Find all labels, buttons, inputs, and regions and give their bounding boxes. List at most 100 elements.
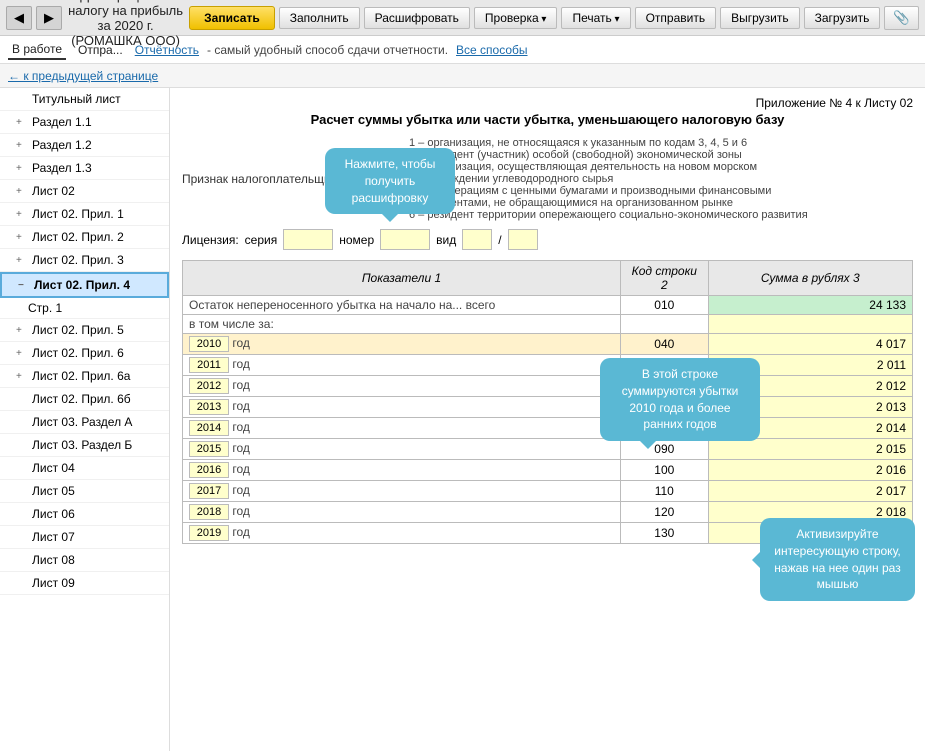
priznak-info-line-4: 6 – резидент территории опережающего соц…: [409, 209, 809, 221]
attachment-button[interactable]: 📎: [884, 6, 919, 30]
expand-icon-list-02-pril-6a[interactable]: +: [16, 371, 26, 382]
table-row[interactable]: 2010 год0404 017: [183, 334, 913, 355]
sidebar-label-list-03-razdel-b: Лист 03. Раздел Б: [32, 438, 132, 452]
sidebar-item-list-04[interactable]: Лист 04: [0, 457, 169, 480]
cell-value-2[interactable]: 4 017: [708, 334, 912, 355]
expand-icon-list-02-pril-2[interactable]: +: [16, 232, 26, 243]
rasshifrovat-button[interactable]: Расшифровать: [364, 7, 470, 29]
table-row[interactable]: 2014 год0802 014: [183, 418, 913, 439]
pechat-button[interactable]: Печать: [561, 7, 630, 29]
year-btn-6[interactable]: 2014: [189, 420, 229, 436]
table-row[interactable]: 2012 год0602 012: [183, 376, 913, 397]
year-btn-11[interactable]: 2019: [189, 525, 229, 541]
expand-icon-razdel-1-2[interactable]: +: [16, 140, 26, 151]
sidebar-item-razdel-1-3[interactable]: + Раздел 1.3: [0, 157, 169, 180]
sidebar-label-list-03-razdel-a: Лист 03. Раздел А: [32, 415, 132, 429]
priznak-info-line-0: 1 – организация, не относящаяся к указан…: [409, 137, 809, 149]
sidebar-item-list-02-pril-4[interactable]: −Лист 02. Прил. 4: [0, 272, 169, 298]
sidebar-item-list-02-pril-5[interactable]: +Лист 02. Прил. 5: [0, 319, 169, 342]
year-btn-5[interactable]: 2013: [189, 399, 229, 415]
sidebar-item-list-08[interactable]: Лист 08: [0, 549, 169, 572]
cell-label-5: 2013 год: [183, 397, 621, 418]
licenziya-label: Лицензия:: [182, 233, 239, 247]
vse-sposoby-link[interactable]: Все способы: [456, 43, 528, 57]
license-row: Лицензия: серия номер вид /: [182, 229, 913, 250]
nomer-input[interactable]: [380, 229, 430, 250]
data-table: Показатели 1Код строки 2Сумма в рублях 3…: [182, 260, 913, 544]
sidebar-item-list-02-pril-6b[interactable]: Лист 02. Прил. 6б: [0, 388, 169, 411]
expand-icon-list-02-pril-1[interactable]: +: [16, 209, 26, 220]
year-btn-9[interactable]: 2017: [189, 483, 229, 499]
cell-code-1: [621, 315, 709, 334]
priznak-row: Признак налогоплательщика (код) 1 1 – ор…: [182, 137, 913, 221]
expand-icon-list-02-pril-5[interactable]: +: [16, 325, 26, 336]
table-row[interactable]: 2015 год0902 015: [183, 439, 913, 460]
zagruzit-button[interactable]: Загрузить: [804, 7, 881, 29]
sidebar-item-list-02-pril-3[interactable]: +Лист 02. Прил. 3: [0, 249, 169, 272]
cell-code-2: 040: [621, 334, 709, 355]
sidebar-item-list-02-pril-6[interactable]: +Лист 02. Прил. 6: [0, 342, 169, 365]
nav-back-button[interactable]: ◀: [6, 6, 32, 30]
sidebar-item-list-02-pril-2[interactable]: + Лист 02. Прил. 2: [0, 226, 169, 249]
table-row[interactable]: Остаток непереносенного убытка на начало…: [183, 296, 913, 315]
breadcrumb-link[interactable]: ← к предыдущей странице: [8, 69, 158, 83]
seriya-input[interactable]: [283, 229, 333, 250]
otchetnost-link[interactable]: Отчётность: [135, 43, 199, 57]
sidebar-item-razdel-1-1[interactable]: +Раздел 1.1: [0, 111, 169, 134]
expand-icon-list-02-pril-6[interactable]: +: [16, 348, 26, 359]
nav-fwd-button[interactable]: ▶: [36, 6, 62, 30]
table-row[interactable]: 2016 год1002 016: [183, 460, 913, 481]
expand-icon-razdel-1-1[interactable]: +: [16, 117, 26, 128]
main-area: Титульный лист+Раздел 1.1+Раздел 1.2+Раз…: [0, 88, 925, 751]
sidebar-item-list-06[interactable]: Лист 06: [0, 503, 169, 526]
priznak-info-line-1: 3 – резидент (участник) особой (свободно…: [409, 149, 809, 161]
sidebar-item-list-02[interactable]: +Лист 02: [0, 180, 169, 203]
table-row[interactable]: 2011 год0502 011: [183, 355, 913, 376]
vid-input2[interactable]: [508, 229, 538, 250]
cell-label-7: 2015 год: [183, 439, 621, 460]
tab-otpravit[interactable]: Отпра...: [74, 41, 127, 59]
table-row[interactable]: 2013 год0702 013: [183, 397, 913, 418]
zapisat-button[interactable]: Записать: [189, 6, 275, 30]
sidebar-item-list-02-pril-1[interactable]: +Лист 02. Прил. 1: [0, 203, 169, 226]
year-btn-4[interactable]: 2012: [189, 378, 229, 394]
table-row[interactable]: в том числе за:: [183, 315, 913, 334]
sidebar-item-str-1[interactable]: Стр. 1: [0, 298, 169, 319]
vygruzit-button[interactable]: Выгрузить: [720, 7, 800, 29]
sidebar-item-list-03-razdel-b[interactable]: Лист 03. Раздел Б: [0, 434, 169, 457]
priznak-info-line-3: 5 – по операциям с ценными бумагами и пр…: [409, 185, 809, 209]
expand-icon-razdel-1-3[interactable]: +: [16, 163, 26, 174]
tooltip-rasshifrovka: Нажмите, чтобы получить расшифровку: [325, 148, 455, 214]
sidebar-label-list-02-pril-2: Лист 02. Прил. 2: [32, 230, 124, 244]
year-btn-8[interactable]: 2016: [189, 462, 229, 478]
cell-label-4: 2012 год: [183, 376, 621, 397]
sidebar-item-list-02-pril-6a[interactable]: +Лист 02. Прил. 6а: [0, 365, 169, 388]
year-btn-7[interactable]: 2015: [189, 441, 229, 457]
year-btn-3[interactable]: 2011: [189, 357, 229, 373]
expand-icon-list-02-pril-4[interactable]: −: [18, 280, 28, 291]
cell-value-9[interactable]: 2 017: [708, 481, 912, 502]
year-btn-2[interactable]: 2010: [189, 336, 229, 352]
expand-icon-list-02[interactable]: +: [16, 186, 26, 197]
sidebar-item-list-09[interactable]: Лист 09: [0, 572, 169, 595]
cell-value-0[interactable]: 24 133: [708, 296, 912, 315]
vid-input[interactable]: [462, 229, 492, 250]
cell-value-8[interactable]: 2 016: [708, 460, 912, 481]
cell-value-1[interactable]: [708, 315, 912, 334]
cell-value-7[interactable]: 2 015: [708, 439, 912, 460]
tab-v-rabote[interactable]: В работе: [8, 40, 66, 60]
sidebar-label-razdel-1-3: Раздел 1.3: [32, 161, 92, 175]
sidebar-item-list-03-razdel-a[interactable]: Лист 03. Раздел А: [0, 411, 169, 434]
sidebar-item-titulnyy-list[interactable]: Титульный лист: [0, 88, 169, 111]
sidebar-item-list-07[interactable]: Лист 07: [0, 526, 169, 549]
sidebar-item-list-05[interactable]: Лист 05: [0, 480, 169, 503]
proverka-button[interactable]: Проверка: [474, 7, 558, 29]
table-row[interactable]: 2017 год1102 017: [183, 481, 913, 502]
zapolnit-button[interactable]: Заполнить: [279, 7, 360, 29]
otpravit-button[interactable]: Отправить: [635, 7, 717, 29]
expand-icon-list-02-pril-3[interactable]: +: [16, 255, 26, 266]
year-btn-10[interactable]: 2018: [189, 504, 229, 520]
cell-label-10: 2018 год: [183, 502, 621, 523]
sidebar-item-razdel-1-2[interactable]: +Раздел 1.2: [0, 134, 169, 157]
sidebar-label-list-05: Лист 05: [32, 484, 75, 498]
